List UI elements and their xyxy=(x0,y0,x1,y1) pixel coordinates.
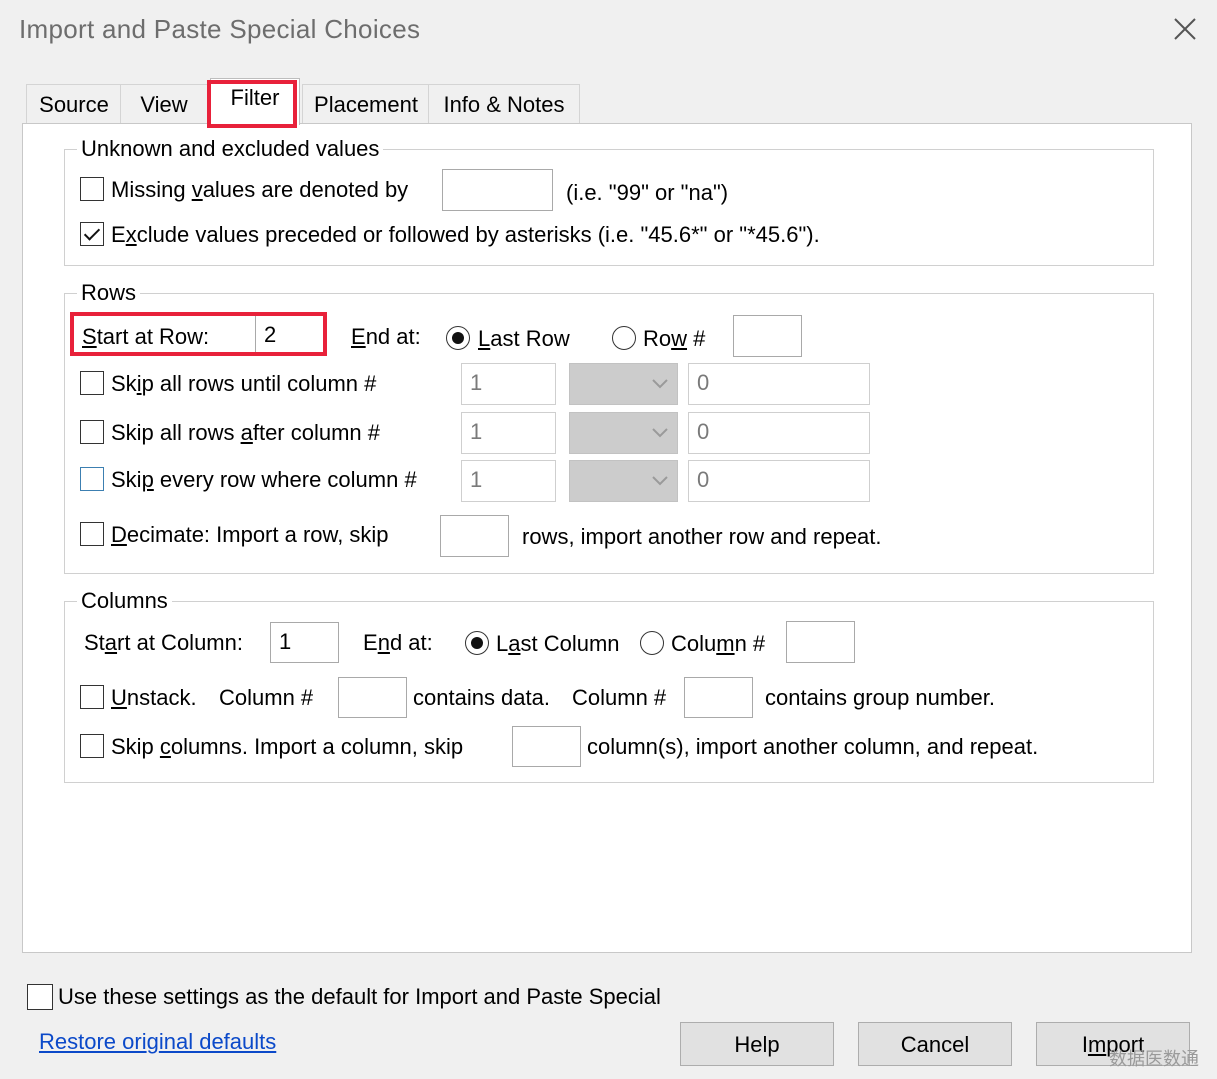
close-button[interactable] xyxy=(1170,14,1200,44)
last-column-radio[interactable] xyxy=(465,631,489,655)
columns-legend: Columns xyxy=(81,588,168,613)
row-number-label: Row # xyxy=(643,326,706,351)
last-row-label: Last Row xyxy=(478,326,570,351)
unstack-group-column-label: Column # xyxy=(572,685,667,710)
start-at-column-label: Start at Column: xyxy=(84,630,243,655)
exclude-asterisks-checkbox[interactable] xyxy=(80,222,104,246)
decimate-skip-input[interactable] xyxy=(440,515,509,557)
tab-view[interactable]: View xyxy=(120,84,208,123)
rows-legend: Rows xyxy=(81,280,137,305)
missing-values-hint: (i.e. "99" or "na") xyxy=(566,180,729,205)
skip-columns-input[interactable] xyxy=(512,726,581,767)
unstack-data-column-input[interactable] xyxy=(338,677,407,718)
skip-every-label: Skip every row where column # xyxy=(111,467,417,492)
skip-after-column-input[interactable]: 1 xyxy=(461,412,556,454)
contains-group-label: contains group number. xyxy=(765,685,995,710)
tab-placement[interactable]: Placement xyxy=(302,84,430,123)
last-column-label: Last Column xyxy=(496,631,620,656)
decimate-tail-label: rows, import another row and repeat. xyxy=(522,524,882,549)
end-row-number-input[interactable] xyxy=(733,315,802,357)
skip-after-value-input[interactable]: 0 xyxy=(688,412,870,454)
skip-until-value-input[interactable]: 0 xyxy=(688,363,870,405)
missing-values-label: Missing values are denoted by xyxy=(111,177,409,202)
chevron-down-icon xyxy=(652,476,668,486)
start-at-row-label: Start at Row: xyxy=(82,324,210,349)
skip-after-operator-select[interactable] xyxy=(569,412,678,454)
unstack-group-column-input[interactable] xyxy=(684,677,753,718)
skip-until-label: Skip all rows until column # xyxy=(111,371,377,396)
skip-columns-tail-label: column(s), import another column, and re… xyxy=(587,734,1039,759)
columns-end-at-label: End at: xyxy=(363,630,433,655)
skip-columns-checkbox[interactable] xyxy=(80,734,104,758)
skip-after-label: Skip all rows after column # xyxy=(111,420,381,445)
restore-defaults-link[interactable]: Restore original defaults xyxy=(39,1029,276,1055)
skip-every-column-input[interactable]: 1 xyxy=(461,460,556,502)
exclude-asterisks-label: Exclude values preceded or followed by a… xyxy=(111,222,820,247)
chevron-down-icon xyxy=(652,379,668,389)
skip-every-operator-select[interactable] xyxy=(569,460,678,502)
last-row-radio[interactable] xyxy=(446,326,470,350)
tab-info-notes[interactable]: Info & Notes xyxy=(428,84,580,123)
skip-every-value-input[interactable]: 0 xyxy=(688,460,870,502)
tab-source[interactable]: Source xyxy=(26,84,122,123)
skip-every-checkbox[interactable] xyxy=(80,467,104,491)
start-at-column-input[interactable]: 1 xyxy=(270,622,339,663)
unstack-checkbox[interactable] xyxy=(80,685,104,709)
contains-data-label: contains data. xyxy=(413,685,550,710)
close-icon xyxy=(1174,18,1196,40)
decimate-label: Decimate: Import a row, skip xyxy=(111,522,389,547)
column-number-radio[interactable] xyxy=(640,631,664,655)
end-column-number-input[interactable] xyxy=(786,621,855,663)
decimate-checkbox[interactable] xyxy=(80,522,104,546)
use-as-default-checkbox[interactable] xyxy=(27,984,53,1010)
use-as-default-label: Use these settings as the default for Im… xyxy=(58,984,661,1009)
chevron-down-icon xyxy=(652,428,668,438)
skip-until-operator-select[interactable] xyxy=(569,363,678,405)
missing-values-input[interactable] xyxy=(442,169,553,211)
skip-until-column-input[interactable]: 1 xyxy=(461,363,556,405)
rows-end-at-label: End at: xyxy=(351,324,421,349)
watermark: 数据医数通 xyxy=(1109,1049,1199,1069)
row-number-radio[interactable] xyxy=(612,326,636,350)
tab-filter[interactable]: Filter xyxy=(210,78,300,125)
unknown-values-legend: Unknown and excluded values xyxy=(81,136,380,161)
missing-values-checkbox[interactable] xyxy=(80,177,104,201)
column-number-label: Column # xyxy=(671,631,766,656)
cancel-button[interactable]: Cancel xyxy=(858,1022,1012,1066)
start-at-row-input[interactable]: 2 xyxy=(255,316,323,356)
skip-after-checkbox[interactable] xyxy=(80,420,104,444)
window-title: Import and Paste Special Choices xyxy=(19,14,421,44)
help-button[interactable]: Help xyxy=(680,1022,834,1066)
unstack-label: Unstack. xyxy=(111,685,197,710)
skip-columns-label: Skip columns. Import a column, skip xyxy=(111,734,464,759)
unstack-data-column-label: Column # xyxy=(219,685,314,710)
skip-until-checkbox[interactable] xyxy=(80,371,104,395)
